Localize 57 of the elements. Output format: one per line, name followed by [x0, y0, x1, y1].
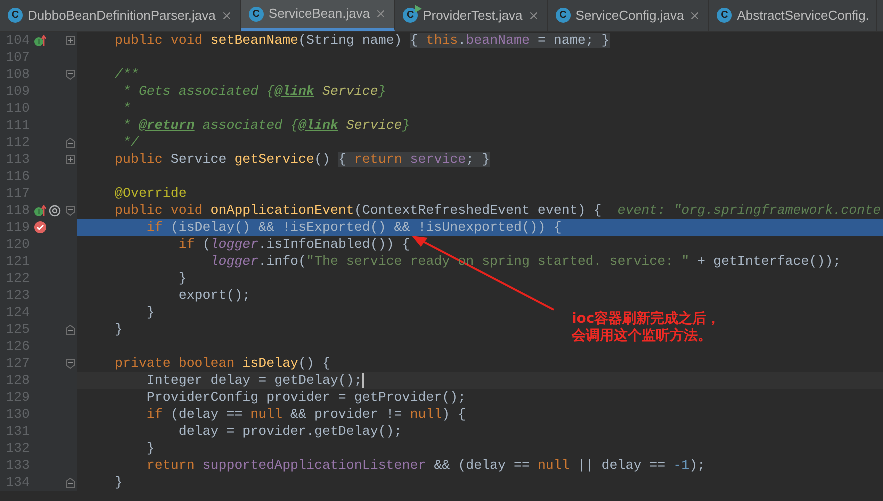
override-method-icon[interactable]: [34, 34, 47, 46]
annotation-text: ioc容器刷新完成之后，: [572, 311, 721, 328]
class-icon: C: [8, 8, 23, 23]
code-line: delay = provider.getDelay();: [178, 422, 402, 441]
tab-label: AbstractServiceConfig.: [737, 6, 870, 25]
close-icon[interactable]: [220, 10, 233, 22]
code-line: export();: [178, 286, 251, 305]
annotation-text: 会调用这个监听方法。: [572, 328, 713, 345]
fold-end-icon[interactable]: [66, 478, 75, 488]
code-line: public Service getService() { return service; }: [115, 150, 490, 169]
tab-label: ServiceConfig.java: [576, 6, 684, 25]
close-icon[interactable]: [375, 8, 388, 20]
code-line: public void onApplicationEvent(ContextRefreshedEvent event) { event: "org.springframework.conte: [115, 202, 882, 220]
code-line: }: [115, 320, 123, 339]
code-line: * @return associated {@link Service}: [122, 116, 410, 135]
code-line: return supportedApplicationListener && (delay == null || delay == -1);: [146, 456, 706, 475]
code-line: ProviderConfig provider = getProvider();: [146, 388, 466, 407]
class-icon: C: [717, 8, 732, 23]
close-icon[interactable]: [528, 10, 540, 22]
at-sign-icon[interactable]: [49, 204, 61, 216]
editor-tab[interactable]: C ServiceBean.java: [240, 0, 396, 31]
code-line: @Override: [115, 184, 187, 203]
code-line: private boolean isDelay() {: [115, 354, 330, 373]
fold-collapse-icon[interactable]: [66, 358, 75, 368]
class-icon: C: [248, 6, 264, 22]
code-line: *: [122, 100, 131, 118]
text-caret: [362, 373, 364, 388]
editor-tab[interactable]: C ProviderTest.java: [395, 0, 548, 31]
run-icon: [414, 5, 422, 13]
tab-label: ProviderTest.java: [423, 6, 523, 25]
fold-collapse-icon[interactable]: [66, 70, 75, 80]
fold-end-icon[interactable]: [66, 324, 75, 334]
code-line: if (isDelay() && !isExported() && !isUnexported()) {: [146, 218, 562, 237]
fold-collapse-icon[interactable]: [66, 206, 75, 216]
tab-label: DubboBeanDefinitionParser.java: [28, 6, 216, 25]
class-icon: C: [556, 8, 571, 23]
code-line: }: [146, 304, 155, 322]
override-method-icon[interactable]: [34, 204, 47, 216]
breakpoint-icon[interactable]: [34, 221, 47, 234]
code-line: if (delay == null && provider != null) {: [146, 406, 466, 424]
fold-expand-icon[interactable]: [66, 36, 75, 45]
fold-expand-icon[interactable]: [66, 155, 75, 164]
code-line: /**: [115, 66, 139, 84]
code-line: }: [115, 474, 123, 492]
editor-tab[interactable]: C ServiceConfig.java: [548, 0, 710, 31]
editor-tab[interactable]: C AbstractServiceConfig.: [709, 0, 878, 31]
code-line: public void setBeanName(String name) { this.beanName = name; }: [115, 32, 610, 50]
fold-end-icon[interactable]: [66, 138, 75, 148]
code-line: }: [178, 270, 187, 288]
tab-label: ServiceBean.java: [268, 5, 370, 24]
code-line: }: [146, 440, 155, 458]
code-line: */: [122, 134, 139, 152]
close-icon[interactable]: [689, 10, 702, 22]
code-line: if (logger.isInfoEnabled()) {: [178, 236, 410, 254]
code-line: Integer delay = getDelay();: [146, 372, 362, 390]
code-line: * Gets associated {@link Service}: [122, 82, 386, 101]
editor-tab[interactable]: C DubboBeanDefinitionParser.java: [0, 0, 241, 31]
